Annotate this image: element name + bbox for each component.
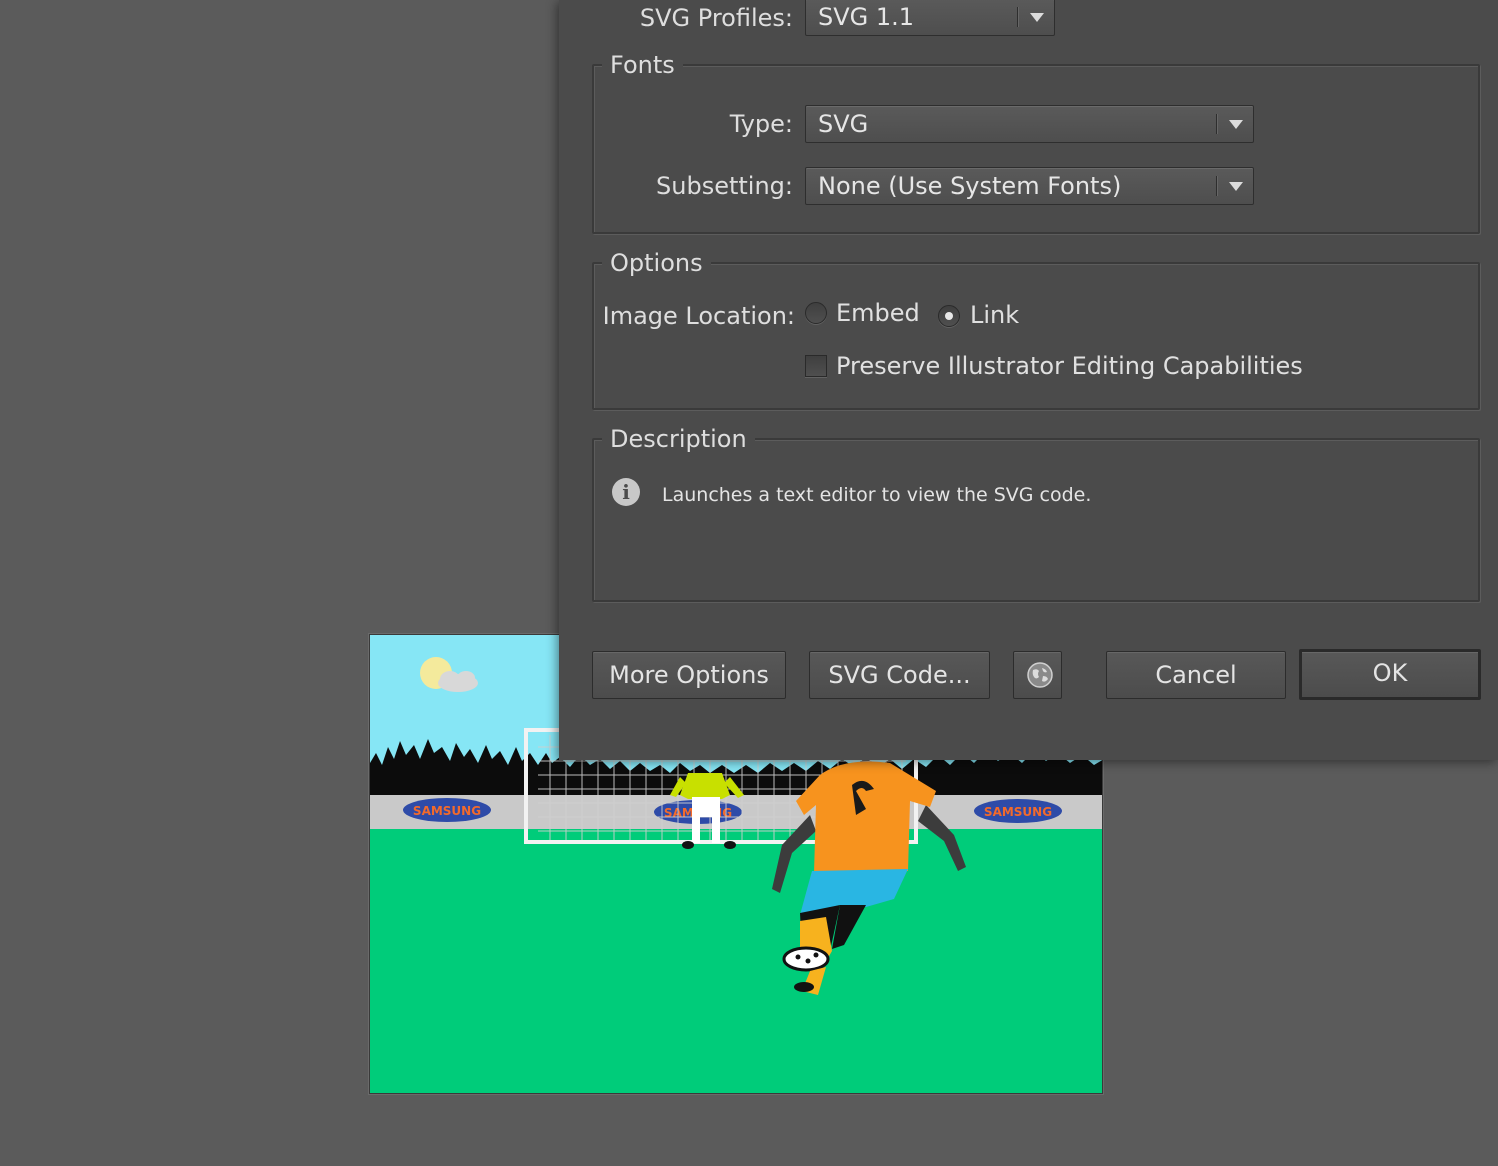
chevron-down-icon [1229, 182, 1243, 191]
chevron-down-icon [1229, 120, 1243, 129]
cloud [438, 671, 478, 692]
ad-logo-text-left: SAMSUNG [413, 804, 481, 818]
options-group [592, 262, 1480, 410]
subsetting-value: None (Use System Fonts) [818, 172, 1122, 200]
svg-profiles-select[interactable]: SVG 1.1 [805, 0, 1055, 36]
svg-code-button[interactable]: SVG Code... [809, 651, 990, 699]
description-text: Launches a text editor to view the SVG c… [662, 484, 1092, 506]
options-legend: Options [602, 249, 711, 277]
link-radio[interactable] [938, 305, 960, 327]
svg-profiles-label: SVG Profiles: [639, 4, 793, 32]
svg-options-dialog: SVG Profiles: SVG 1.1 Fonts Type: SVG Su… [559, 0, 1498, 760]
ok-button[interactable]: OK [1299, 649, 1481, 700]
subsetting-label: Subsetting: [656, 172, 793, 200]
description-legend: Description [602, 425, 755, 453]
chevron-down-icon [1030, 13, 1044, 22]
embed-label[interactable]: Embed [836, 299, 920, 327]
link-label[interactable]: Link [970, 301, 1019, 329]
web-preview-button[interactable] [1013, 651, 1062, 699]
preserve-editing-checkbox[interactable] [805, 355, 827, 377]
ad-logo-text-right: SAMSUNG [984, 805, 1052, 819]
pitch [370, 825, 1102, 1093]
more-options-button[interactable]: More Options [592, 651, 786, 699]
font-type-select[interactable]: SVG [805, 105, 1254, 143]
embed-radio[interactable] [805, 302, 827, 324]
select-divider [1017, 7, 1018, 27]
font-type-label: Type: [729, 110, 793, 138]
ad-logo-right: SAMSUNG [974, 799, 1062, 823]
font-type-value: SVG [818, 110, 869, 138]
preserve-editing-label[interactable]: Preserve Illustrator Editing Capabilitie… [836, 352, 1303, 380]
info-icon: i [612, 478, 640, 506]
image-location-label: Image Location: [602, 302, 795, 330]
subsetting-select[interactable]: None (Use System Fonts) [805, 167, 1254, 205]
select-divider [1216, 176, 1217, 196]
select-divider [1216, 114, 1217, 134]
fonts-legend: Fonts [602, 51, 683, 79]
ad-logo-left: SAMSUNG [403, 798, 491, 822]
svg-profiles-value: SVG 1.1 [818, 3, 915, 31]
fonts-group [592, 64, 1480, 234]
globe-icon [1027, 662, 1053, 688]
description-group [592, 438, 1480, 602]
cancel-button[interactable]: Cancel [1106, 651, 1286, 699]
